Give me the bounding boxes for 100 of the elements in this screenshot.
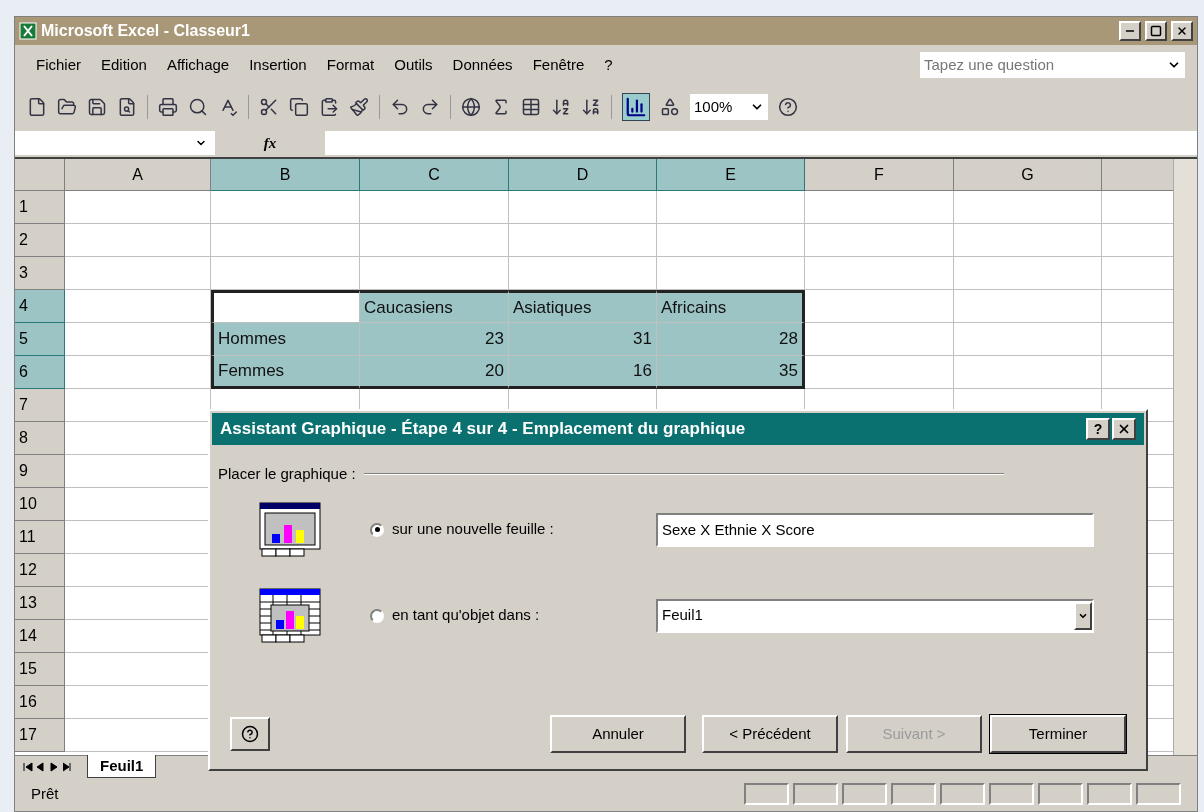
sheet-dropdown[interactable]: Feuil1 — [656, 598, 1094, 633]
row-header[interactable]: 13 — [15, 587, 65, 620]
menu-item[interactable]: Edition — [92, 53, 156, 77]
scrollbar[interactable] — [1173, 159, 1197, 755]
copy-icon[interactable] — [289, 97, 309, 117]
column-header[interactable]: B — [211, 159, 360, 191]
table-cell[interactable] — [805, 356, 954, 389]
row-header[interactable]: 6 — [15, 356, 65, 389]
row-header[interactable]: 10 — [15, 488, 65, 521]
table-cell[interactable] — [211, 224, 360, 257]
table-cell[interactable] — [954, 191, 1102, 224]
menu-item[interactable]: Outils — [385, 53, 442, 77]
menu-item[interactable]: ? — [595, 53, 622, 77]
table-cell[interactable] — [805, 323, 954, 356]
corner-header[interactable] — [15, 159, 65, 191]
row-header[interactable]: 16 — [15, 686, 65, 719]
folder-icon[interactable] — [57, 97, 77, 117]
row-header[interactable]: 12 — [15, 554, 65, 587]
column-header[interactable]: D — [509, 159, 657, 191]
table-cell[interactable]: Asiatiques — [509, 290, 657, 323]
paintbrush-icon[interactable] — [349, 97, 369, 117]
menu-item[interactable]: Insertion — [240, 53, 316, 77]
table-cell[interactable]: Africains — [657, 290, 805, 323]
row-header[interactable]: 14 — [15, 620, 65, 653]
row-header[interactable]: 1 — [15, 191, 65, 224]
sort-descending-icon[interactable] — [581, 97, 601, 117]
option-label[interactable]: sur une nouvelle feuille : — [392, 518, 656, 541]
row-header[interactable]: 15 — [15, 653, 65, 686]
table-cell[interactable]: 28 — [657, 323, 805, 356]
table-icon[interactable] — [521, 97, 541, 117]
dialog-button[interactable]: < Précédent — [702, 715, 838, 753]
sort-ascending-icon[interactable] — [551, 97, 571, 117]
menu-item[interactable]: Format — [317, 53, 384, 77]
table-cell[interactable] — [509, 191, 657, 224]
table-cell[interactable]: 16 — [509, 356, 657, 389]
menu-item[interactable]: Fenêtre — [523, 53, 594, 77]
table-cell[interactable] — [954, 257, 1102, 290]
row-header[interactable]: 5 — [15, 323, 65, 356]
row-header[interactable]: 11 — [15, 521, 65, 554]
table-cell[interactable] — [360, 191, 509, 224]
new-file-icon[interactable] — [27, 97, 47, 117]
row-header[interactable]: 17 — [15, 719, 65, 752]
table-cell[interactable] — [954, 323, 1102, 356]
table-cell[interactable]: 23 — [360, 323, 509, 356]
row-header[interactable]: 4 — [15, 290, 65, 323]
shapes-icon[interactable] — [660, 97, 680, 117]
menu-item[interactable]: Données — [443, 53, 522, 77]
column-header[interactable]: C — [360, 159, 509, 191]
save-icon[interactable] — [87, 97, 107, 117]
maximize-button[interactable] — [1145, 21, 1167, 41]
table-cell[interactable] — [954, 290, 1102, 323]
undo-icon[interactable] — [390, 97, 410, 117]
table-cell[interactable] — [65, 224, 211, 257]
help-button[interactable] — [230, 717, 270, 751]
table-cell[interactable]: Femmes — [211, 356, 360, 389]
dialog-button[interactable]: Annuler — [550, 715, 686, 753]
table-cell[interactable]: Hommes — [211, 323, 360, 356]
dialog-button[interactable]: Terminer — [990, 715, 1126, 753]
file-search-icon[interactable] — [117, 97, 137, 117]
minimize-button[interactable] — [1119, 21, 1141, 41]
formula-input[interactable] — [325, 131, 1197, 155]
column-header[interactable]: G — [954, 159, 1102, 191]
column-header[interactable] — [1102, 159, 1173, 191]
table-cell[interactable] — [360, 224, 509, 257]
row-header[interactable]: 7 — [15, 389, 65, 422]
radio-button[interactable] — [370, 608, 384, 623]
sheet-name-input[interactable]: Sexe X Ethnie X Score — [656, 512, 1094, 547]
option-label[interactable]: en tant qu'objet dans : — [392, 604, 656, 627]
table-cell[interactable] — [954, 356, 1102, 389]
table-cell[interactable]: 31 — [509, 323, 657, 356]
clipboard-icon[interactable] — [319, 97, 339, 117]
menu-item[interactable]: Fichier — [27, 53, 90, 77]
printer-icon[interactable] — [158, 97, 178, 117]
search-icon[interactable] — [188, 97, 208, 117]
table-cell[interactable]: 20 — [360, 356, 509, 389]
help-button[interactable]: ? — [1086, 418, 1110, 440]
table-cell[interactable] — [211, 191, 360, 224]
zoom-field[interactable]: 100% — [690, 94, 768, 120]
table-cell[interactable] — [65, 257, 211, 290]
radio-button[interactable] — [370, 522, 384, 537]
close-button[interactable] — [1171, 21, 1193, 41]
table-cell[interactable] — [657, 224, 805, 257]
globe-icon[interactable] — [461, 97, 481, 117]
function-label[interactable]: fx — [215, 131, 325, 155]
table-cell[interactable]: 35 — [657, 356, 805, 389]
column-header[interactable]: E — [657, 159, 805, 191]
column-header[interactable]: A — [65, 159, 211, 191]
help-icon[interactable] — [778, 97, 798, 117]
table-cell[interactable] — [805, 290, 954, 323]
table-cell[interactable] — [805, 224, 954, 257]
column-header[interactable]: F — [805, 159, 954, 191]
redo-icon[interactable] — [420, 97, 440, 117]
active-cell[interactable] — [211, 290, 360, 323]
table-cell[interactable] — [805, 191, 954, 224]
table-cell[interactable] — [805, 257, 954, 290]
sheet-tab[interactable]: Feuil1 — [87, 754, 157, 779]
menu-item[interactable]: Affichage — [157, 53, 239, 77]
table-cell[interactable] — [657, 191, 805, 224]
scissors-icon[interactable] — [259, 97, 279, 117]
table-cell[interactable] — [65, 191, 211, 224]
